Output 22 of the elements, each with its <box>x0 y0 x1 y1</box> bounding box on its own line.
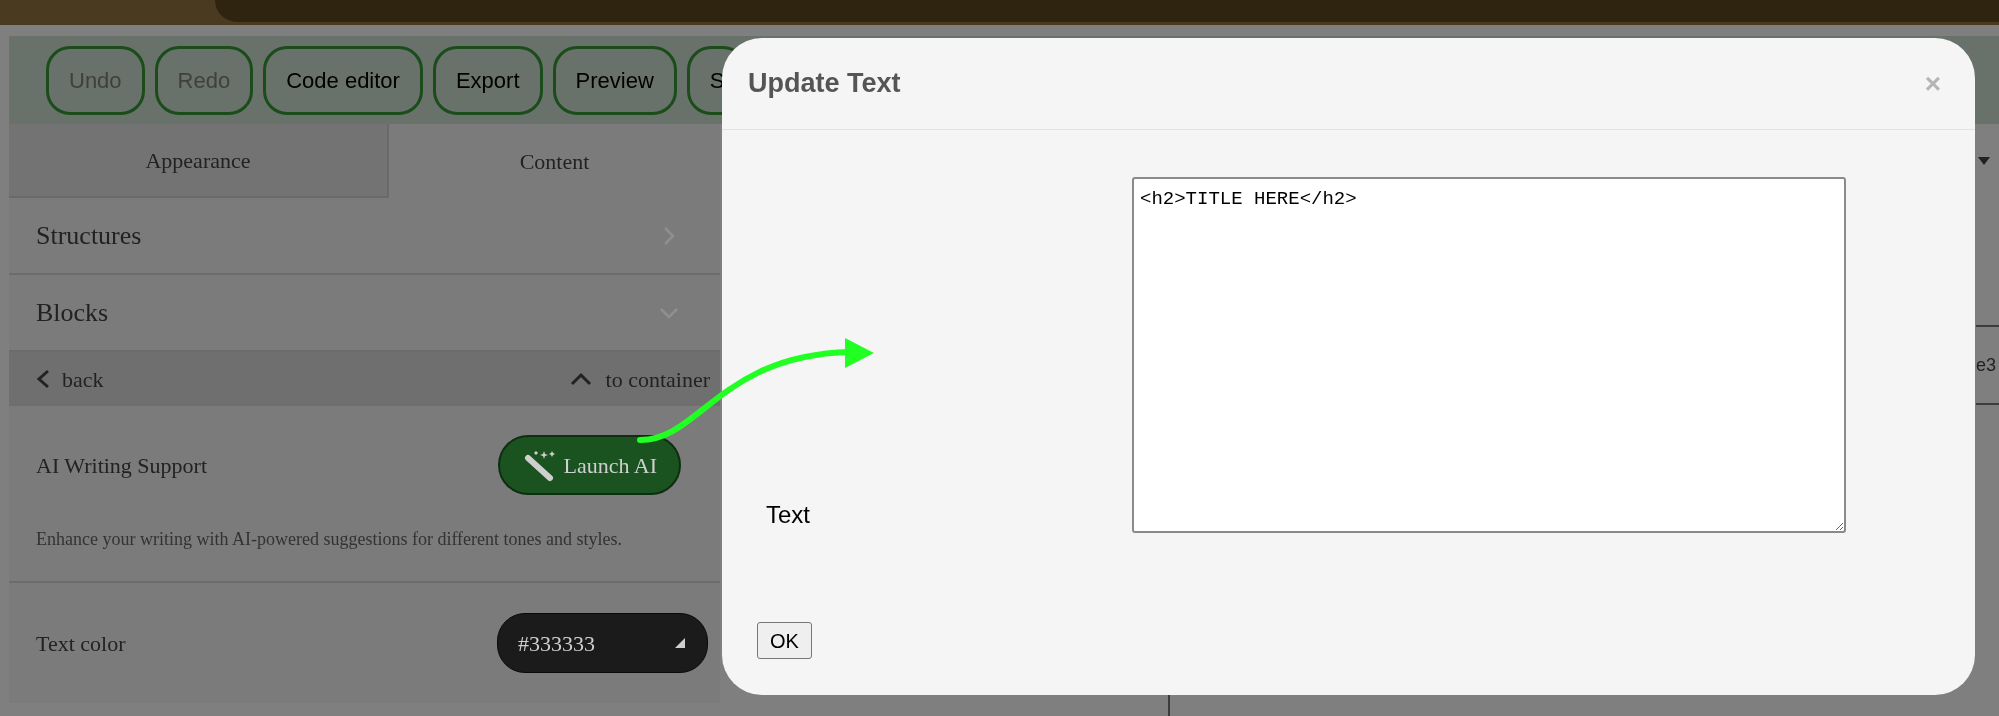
panel-tab[interactable]: Appearance <box>9 124 389 198</box>
panel-tab[interactable]: Content <box>389 124 720 198</box>
color-field[interactable]: #333333 <box>497 613 708 673</box>
resize-handle-icon <box>675 638 685 648</box>
text-color-label: Text color <box>36 629 126 658</box>
ai-description: Enhance your writing with AI-powered suggestions for different tones and styles. <box>36 528 624 551</box>
dialog-title: Update Text <box>748 67 901 101</box>
parent-link[interactable]: to container <box>569 362 710 396</box>
toolbar-button[interactable]: Export <box>432 45 543 115</box>
launch-ai-button[interactable]: Launch AI <box>497 435 681 495</box>
ai-support-label: AI Writing Support <box>36 451 208 480</box>
ok-button[interactable]: OK <box>757 622 812 659</box>
section-header[interactable]: Structures <box>9 198 720 275</box>
dropdown-caret-icon <box>1978 157 1990 165</box>
toolbar-button[interactable]: Code editor <box>263 45 423 115</box>
text-field-label: Text <box>766 500 810 530</box>
section-header[interactable]: Blocks <box>9 275 720 352</box>
chevron-left-icon <box>36 369 50 389</box>
back-link[interactable]: back <box>36 362 104 396</box>
toolbar-button[interactable]: Preview <box>552 45 677 115</box>
text-input-area[interactable]: <h2>TITLE HERE</h2> <box>1132 177 1846 533</box>
chevron-up-icon <box>569 372 592 386</box>
